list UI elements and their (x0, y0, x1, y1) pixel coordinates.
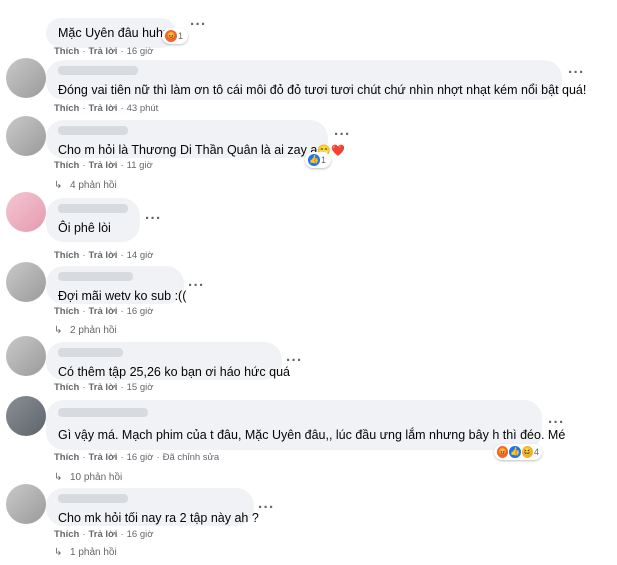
timestamp[interactable]: 15 giờ (127, 382, 154, 393)
reply-arrow-icon: ↳ (54, 180, 63, 191)
more-options-icon[interactable]: ··· (548, 415, 568, 430)
view-replies-link[interactable]: ↳ 1 phản hồi (54, 547, 117, 558)
like-link[interactable]: Thích (54, 306, 79, 317)
reply-link[interactable]: Trả lời (89, 160, 118, 171)
more-options-icon[interactable]: ··· (190, 17, 210, 32)
angry-reaction-icon: 😡 (165, 30, 177, 42)
timestamp[interactable]: 11 giờ (127, 160, 153, 171)
edited-label[interactable]: Đã chỉnh sửa (163, 452, 220, 463)
like-link[interactable]: Thích (54, 46, 79, 57)
comment-meta: Thích · Trả lời · 16 giờ (54, 46, 154, 57)
reply-link[interactable]: Trả lời (89, 250, 118, 261)
more-options-icon[interactable]: ··· (145, 211, 165, 226)
angry-reaction-icon: 😡 (497, 446, 509, 458)
comment-meta: Thích · Trả lời · 16 giờ · Đã chỉnh sửa (54, 452, 220, 463)
reaction-count: 4 (533, 447, 539, 457)
like-link[interactable]: Thích (54, 160, 79, 171)
comment-meta: Thích · Trả lời · 11 giờ (54, 160, 153, 171)
timestamp[interactable]: 14 giờ (127, 250, 154, 261)
more-options-icon[interactable]: ··· (188, 278, 208, 293)
reaction-summary[interactable]: 👍 1 (305, 152, 331, 168)
comment-text: Cho m hỏi là Thương Di Thần Quân là ai z… (58, 143, 345, 157)
timestamp[interactable]: 16 giờ (127, 46, 154, 57)
author-name-blurred[interactable] (58, 204, 128, 213)
author-name-blurred[interactable] (58, 272, 133, 281)
reaction-summary[interactable]: 😡 1 (162, 28, 188, 44)
reply-link[interactable]: Trả lời (89, 103, 118, 114)
avatar[interactable] (6, 192, 46, 232)
avatar[interactable] (6, 58, 46, 98)
comment-meta: Thích · Trả lời · 15 giờ (54, 382, 154, 393)
comment-text: Ôi phê lòi (58, 221, 111, 235)
avatar[interactable] (6, 396, 46, 436)
avatar[interactable] (6, 116, 46, 156)
like-link[interactable]: Thích (54, 103, 79, 114)
avatar[interactable] (6, 484, 46, 524)
avatar[interactable] (6, 262, 46, 302)
timestamp[interactable]: 43 phút (127, 103, 159, 114)
comment-text: Đóng vai tiên nữ thì làm ơn tô cái môi đ… (58, 83, 587, 97)
author-name-blurred[interactable] (58, 348, 123, 357)
more-options-icon[interactable]: ··· (286, 353, 306, 368)
reaction-count: 1 (178, 31, 184, 41)
reply-arrow-icon: ↳ (54, 547, 63, 558)
view-replies-link[interactable]: ↳ 2 phản hồi (54, 325, 117, 336)
timestamp[interactable]: 16 giờ (127, 452, 154, 463)
timestamp[interactable]: 16 giờ (127, 529, 154, 540)
avatar[interactable] (6, 336, 46, 376)
author-name-blurred[interactable] (58, 408, 148, 417)
view-replies-link[interactable]: ↳ 4 phản hồi (54, 180, 117, 191)
like-reaction-icon: 👍 (308, 154, 320, 166)
comment-text: Cho mk hỏi tối nay ra 2 tập này ah ? (58, 511, 259, 525)
like-reaction-icon: 👍 (509, 446, 521, 458)
more-options-icon[interactable]: ··· (258, 500, 278, 515)
reply-link[interactable]: Trả lời (89, 382, 118, 393)
timestamp[interactable]: 16 giờ (127, 306, 154, 317)
comment-bubble[interactable]: Mặc Uyên đâu huhu (46, 18, 176, 48)
comment-text: Mặc Uyên đâu huhu (58, 26, 170, 40)
reply-link[interactable]: Trả lời (89, 306, 118, 317)
comment-bubble[interactable]: Cho mk hỏi tối nay ra 2 tập này ah ? (46, 488, 259, 526)
reply-link[interactable]: Trả lời (89, 452, 118, 463)
comment-meta: Thích · Trả lời · 14 giờ (54, 250, 154, 261)
author-name-blurred[interactable] (58, 126, 128, 135)
reply-link[interactable]: Trả lời (89, 529, 118, 540)
author-name-blurred[interactable] (58, 66, 138, 75)
like-link[interactable]: Thích (54, 452, 79, 463)
view-replies-link[interactable]: ↳ 10 phản hồi (54, 472, 122, 483)
comment-bubble[interactable]: Gì vậy má. Mạch phim của t đâu, Mặc Uyên… (46, 400, 566, 450)
comment-bubble[interactable]: Ôi phê lòi (46, 198, 140, 242)
reply-arrow-icon: ↳ (54, 325, 63, 336)
comment-bubble[interactable]: Có thêm tập 25,26 ko bạn ơi háo hức quá (46, 342, 290, 380)
more-options-icon[interactable]: ··· (334, 127, 354, 142)
reaction-count: 1 (321, 155, 327, 165)
reply-arrow-icon: ↳ (54, 472, 63, 483)
comment-text: Có thêm tập 25,26 ko bạn ơi háo hức quá (58, 365, 290, 379)
haha-reaction-icon: 😆 (521, 446, 533, 458)
reaction-summary[interactable]: 😡 👍 😆 4 (494, 444, 542, 460)
more-options-icon[interactable]: ··· (568, 65, 588, 80)
reply-link[interactable]: Trả lời (89, 46, 118, 57)
comment-meta: Thích · Trả lời · 43 phút (54, 103, 159, 114)
comment-text: Đợi mãi wetv ko sub :(( (58, 289, 187, 303)
comment-bubble[interactable]: Đợi mãi wetv ko sub :(( (46, 266, 187, 304)
like-link[interactable]: Thích (54, 382, 79, 393)
comment-meta: Thích · Trả lời · 16 giờ (54, 529, 154, 540)
author-name-blurred[interactable] (58, 494, 128, 503)
like-link[interactable]: Thích (54, 250, 79, 261)
like-link[interactable]: Thích (54, 529, 79, 540)
comment-bubble[interactable]: Cho m hỏi là Thương Di Thần Quân là ai z… (46, 120, 345, 158)
comment-text: Gì vậy má. Mạch phim của t đâu, Mặc Uyên… (58, 428, 566, 442)
comment-bubble[interactable]: Đóng vai tiên nữ thì làm ơn tô cái môi đ… (46, 60, 587, 100)
comment-meta: Thích · Trả lời · 16 giờ (54, 306, 154, 317)
